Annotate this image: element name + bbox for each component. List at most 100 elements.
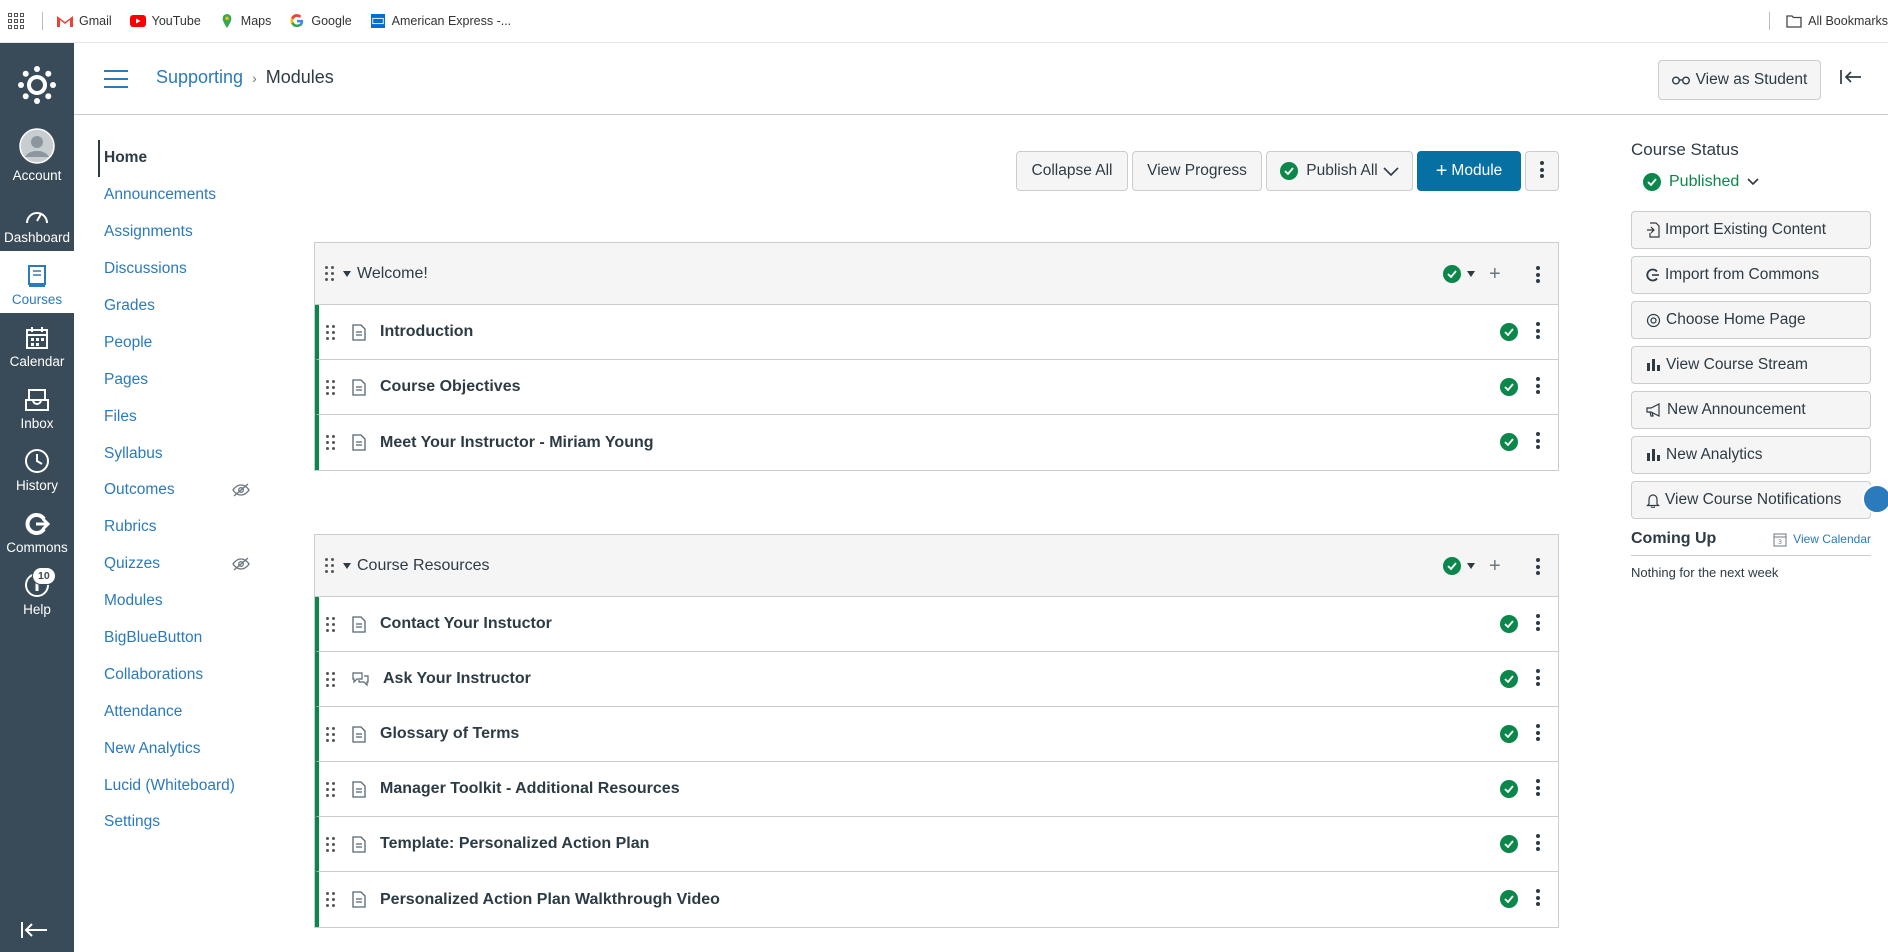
module-item[interactable]: Introduction: [315, 305, 1558, 360]
more-options-button[interactable]: [1525, 151, 1559, 191]
kebab-menu-icon[interactable]: [1536, 377, 1540, 397]
view-as-student-button[interactable]: View as Student: [1658, 60, 1821, 100]
course-nav-collaborations[interactable]: Collaborations: [98, 656, 258, 693]
collapse-sidebar-button[interactable]: [1840, 69, 1862, 90]
floating-help-button[interactable]: [1862, 484, 1888, 514]
module-item-title[interactable]: Template: Personalized Action Plan: [380, 835, 649, 853]
all-bookmarks[interactable]: All Bookmarks: [1769, 12, 1888, 30]
choose-home-page-button[interactable]: Choose Home Page: [1631, 301, 1871, 339]
module-item[interactable]: Template: Personalized Action Plan: [315, 817, 1558, 872]
drag-handle-icon[interactable]: [326, 616, 336, 632]
check-circle-icon[interactable]: [1500, 725, 1518, 743]
kebab-menu-icon[interactable]: [1536, 432, 1540, 452]
global-nav-history[interactable]: History: [0, 437, 74, 499]
collapse-nav-button[interactable]: [20, 921, 48, 944]
drag-handle-icon[interactable]: [326, 435, 336, 450]
view-progress-button[interactable]: View Progress: [1132, 151, 1262, 191]
drag-handle-icon[interactable]: [326, 379, 336, 395]
global-nav-courses[interactable]: Courses: [0, 251, 74, 313]
kebab-menu-icon[interactable]: [1536, 266, 1540, 286]
drag-handle-icon[interactable]: [326, 726, 336, 742]
course-nav-quizzes[interactable]: Quizzes: [98, 546, 258, 583]
drag-handle-icon[interactable]: [326, 324, 336, 340]
module-item[interactable]: Contact Your Instuctor: [315, 597, 1558, 652]
check-circle-icon[interactable]: [1500, 323, 1518, 341]
bookmark-gmail[interactable]: Gmail: [57, 14, 112, 28]
caret-down-icon[interactable]: [343, 562, 351, 569]
check-circle-icon[interactable]: [1500, 670, 1518, 688]
drag-handle-icon[interactable]: [326, 836, 336, 852]
drag-handle-icon[interactable]: [326, 892, 336, 907]
import-from-commons-button[interactable]: Import from Commons: [1631, 256, 1871, 294]
kebab-menu-icon[interactable]: [1536, 889, 1540, 909]
caret-down-icon[interactable]: [343, 270, 351, 277]
kebab-menu-icon[interactable]: [1536, 724, 1540, 744]
module-item-title[interactable]: Glossary of Terms: [380, 725, 519, 743]
module-item-title[interactable]: Manager Toolkit - Additional Resources: [380, 780, 680, 798]
add-item-icon[interactable]: +: [1489, 555, 1501, 578]
hamburger-menu-icon[interactable]: [104, 70, 128, 88]
module-header[interactable]: Course Resources +: [315, 535, 1558, 597]
bookmark-amex[interactable]: American Express -...: [370, 14, 511, 28]
bookmark-google[interactable]: Google: [289, 14, 352, 28]
module-header[interactable]: Welcome! +: [315, 243, 1558, 305]
view-calendar-link[interactable]: 3 View Calendar: [1773, 532, 1871, 547]
drag-handle-icon[interactable]: [325, 558, 335, 573]
kebab-menu-icon[interactable]: [1536, 669, 1540, 689]
course-nav-settings[interactable]: Settings: [98, 804, 258, 841]
module-item-title[interactable]: Course Objectives: [380, 378, 521, 396]
check-circle-icon[interactable]: [1500, 378, 1518, 396]
course-nav-syllabus[interactable]: Syllabus: [98, 435, 258, 472]
drag-handle-icon[interactable]: [326, 671, 336, 687]
module-item[interactable]: Course Objectives: [315, 360, 1558, 415]
course-nav-bigbluebutton[interactable]: BigBlueButton: [98, 620, 258, 657]
check-circle-icon[interactable]: [1500, 433, 1518, 451]
global-nav-inbox[interactable]: Inbox: [0, 375, 74, 437]
course-nav-new-analytics[interactable]: New Analytics: [98, 730, 258, 767]
add-module-button[interactable]: + Module: [1417, 151, 1521, 191]
course-nav-grades[interactable]: Grades: [98, 288, 258, 325]
check-circle-icon[interactable]: [1500, 615, 1518, 633]
drag-handle-icon[interactable]: [326, 781, 336, 797]
new-announcement-button[interactable]: New Announcement: [1631, 391, 1871, 429]
view-course-notifications-button[interactable]: View Course Notifications: [1631, 481, 1871, 519]
course-nav-modules[interactable]: Modules: [98, 583, 258, 620]
module-item-title[interactable]: Personalized Action Plan Walkthrough Vid…: [380, 891, 720, 909]
course-nav-attendance[interactable]: Attendance: [98, 693, 258, 730]
apps-grid-icon[interactable]: [8, 13, 24, 29]
module-item[interactable]: Manager Toolkit - Additional Resources: [315, 762, 1558, 817]
new-analytics-button[interactable]: New Analytics: [1631, 436, 1871, 474]
kebab-menu-icon[interactable]: [1536, 558, 1540, 578]
module-item-title[interactable]: Contact Your Instuctor: [380, 615, 552, 633]
check-circle-icon[interactable]: [1500, 780, 1518, 798]
course-nav-files[interactable]: Files: [98, 398, 258, 435]
course-published-menu[interactable]: Published: [1643, 173, 1871, 191]
module-item[interactable]: Ask Your Instructor: [315, 652, 1558, 707]
kebab-menu-icon[interactable]: [1536, 614, 1540, 634]
breadcrumb-course-link[interactable]: Supporting: [156, 67, 243, 88]
module-item[interactable]: Glossary of Terms: [315, 707, 1558, 762]
global-nav-dashboard[interactable]: Dashboard: [0, 189, 74, 251]
check-circle-icon[interactable]: [1500, 835, 1518, 853]
module-item[interactable]: Personalized Action Plan Walkthrough Vid…: [315, 872, 1558, 927]
collapse-all-button[interactable]: Collapse All: [1016, 151, 1128, 191]
view-course-stream-button[interactable]: View Course Stream: [1631, 346, 1871, 384]
add-item-icon[interactable]: +: [1489, 263, 1501, 286]
import-existing-content-button[interactable]: Import Existing Content: [1631, 211, 1871, 249]
publish-all-button[interactable]: Publish All: [1266, 151, 1413, 191]
bookmark-youtube[interactable]: YouTube: [129, 14, 201, 28]
bookmark-maps[interactable]: Maps: [219, 14, 271, 28]
global-nav-commons[interactable]: Commons: [0, 499, 74, 561]
global-nav-help[interactable]: 10 Help: [0, 561, 74, 623]
course-nav-home[interactable]: Home: [98, 140, 258, 177]
global-nav-account[interactable]: Account: [0, 127, 74, 189]
course-nav-outcomes[interactable]: Outcomes: [98, 472, 258, 509]
module-item-title[interactable]: Meet Your Instructor - Miriam Young: [380, 434, 654, 452]
course-nav-announcements[interactable]: Announcements: [98, 177, 258, 214]
module-item[interactable]: Meet Your Instructor - Miriam Young: [315, 415, 1558, 470]
global-nav-calendar[interactable]: Calendar: [0, 313, 74, 375]
course-nav-lucid[interactable]: Lucid (Whiteboard): [98, 767, 258, 804]
course-nav-discussions[interactable]: Discussions: [98, 251, 258, 288]
canvas-logo[interactable]: [0, 43, 74, 127]
kebab-menu-icon[interactable]: [1536, 322, 1540, 342]
